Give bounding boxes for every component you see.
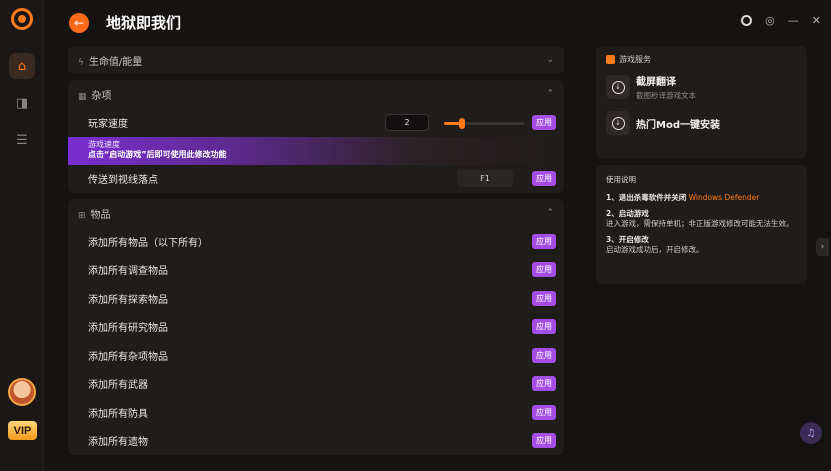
cheat-list: ϟ 生命值/能量 ⌄ ▦ 杂项 ⌃ 玩家速度 2 应用 游戏速度 点击“启动游戏”后… — [68, 46, 564, 471]
headset-icon[interactable]: ♫ — [800, 422, 822, 444]
row-label: 添加所有遗物 — [88, 437, 148, 449]
section-title: 生命值/能量 — [88, 56, 143, 68]
minimize-icon[interactable]: — — [788, 14, 799, 27]
speed-tooltip: 游戏速度 点击“启动游戏”后即可使用此修改功能 — [68, 136, 564, 165]
section-header-items[interactable]: ⊞ 物品 ⌃ — [68, 199, 564, 227]
speed-value-input[interactable]: 2 — [385, 114, 429, 131]
row-label: 添加所有武器 — [88, 380, 148, 392]
service-title: 热门Mod一键安装 — [636, 119, 720, 131]
section-header-misc[interactable]: ▦ 杂项 ⌃ — [68, 80, 564, 108]
page-title: 地狱即我们 — [106, 14, 182, 32]
row-label: 添加所有调查物品 — [88, 266, 168, 278]
record-icon[interactable] — [741, 15, 753, 26]
apply-button[interactable]: 应用 — [532, 347, 556, 363]
step1-text: 1、退出杀毒软件并关闭 — [606, 193, 687, 202]
row-label: 添加所有研究物品 — [88, 323, 168, 335]
apply-button[interactable]: 应用 — [532, 433, 556, 449]
row-label: 添加所有防具 — [88, 408, 148, 420]
download-icon[interactable]: ↓ — [606, 111, 630, 135]
service-mod-install[interactable]: ↓ 热门Mod一键安装 — [606, 111, 797, 135]
games-icon[interactable]: ◨ — [9, 90, 35, 116]
tooltip-title: 游戏速度 — [88, 139, 120, 149]
table-row: 添加所有调查物品 应用 — [68, 256, 564, 285]
apply-button[interactable]: 应用 — [532, 290, 556, 306]
section-title: 物品 — [90, 209, 111, 221]
app-logo-icon[interactable] — [11, 8, 33, 30]
apply-button[interactable]: 应用 — [532, 171, 556, 187]
step1-highlight: Windows Defender — [688, 193, 760, 202]
row-player-speed: 玩家速度 2 应用 — [68, 108, 564, 137]
panel-title: 游戏服务 — [619, 55, 651, 64]
table-row: 添加所有遗物 应用 — [68, 427, 564, 456]
service-screenshot-translate[interactable]: ↓ 截屏翻译 截图秒译游戏文本 — [606, 73, 797, 101]
table-row: 添加所有杂项物品 应用 — [68, 341, 564, 370]
left-rail: ⌂ ◨ ☰ VIP — [0, 0, 44, 471]
service-subtitle: 截图秒译游戏文本 — [636, 91, 696, 100]
panel-title: 使用说明 — [606, 175, 636, 184]
storage-icon[interactable]: ☰ — [9, 127, 35, 153]
service-title: 截屏翻译 — [636, 77, 676, 88]
step3-body: 启动游戏成功后，开启修改。 — [606, 245, 704, 254]
table-row: 添加所有研究物品 应用 — [68, 313, 564, 342]
step2-body: 进入游戏，需保持单机；非正版游戏修改可能无法生效。 — [606, 219, 794, 228]
lightning-icon: ϟ — [78, 57, 84, 68]
vip-badge[interactable]: VIP — [8, 421, 37, 440]
apply-button[interactable]: 应用 — [532, 233, 556, 249]
usage-guide-panel: 使用说明 1、退出杀毒软件并关闭 Windows Defender 2、启动游戏… — [596, 165, 807, 284]
apply-button[interactable]: 应用 — [532, 262, 556, 278]
apply-button[interactable]: 应用 — [532, 114, 556, 130]
slider-handle[interactable] — [458, 118, 465, 129]
row-label: 添加所有杂项物品 — [88, 351, 168, 363]
close-icon[interactable]: ✕ — [812, 14, 821, 27]
row-label: 添加所有探索物品 — [88, 294, 168, 306]
title-bar: ← 地狱即我们 ◎ — ✕ — [44, 0, 831, 46]
settings-icon[interactable]: ◎ — [765, 14, 775, 27]
step3-title: 3、开启修改 — [606, 235, 649, 244]
box-icon: ⊞ — [78, 210, 86, 221]
chevron-up-icon[interactable]: ⌃ — [546, 89, 554, 99]
section-misc: ▦ 杂项 ⌃ 玩家速度 2 应用 游戏速度 点击“启动游戏”后即可使用此修改功能 … — [68, 80, 564, 193]
home-icon[interactable]: ⌂ — [9, 53, 35, 79]
download-icon[interactable]: ↓ — [606, 75, 630, 99]
chevron-right-icon[interactable]: › — [816, 238, 829, 256]
section-title: 杂项 — [91, 90, 112, 102]
gift-icon — [606, 55, 615, 64]
chevron-down-icon[interactable]: ⌄ — [546, 55, 554, 65]
speed-slider[interactable] — [444, 118, 524, 129]
table-row: 添加所有武器 应用 — [68, 370, 564, 399]
section-health: ϟ 生命值/能量 ⌄ — [68, 46, 564, 74]
section-items: ⊞ 物品 ⌃ 添加所有物品（以下所有） 应用 添加所有调查物品 应用 添加所有探索物品 应用… — [68, 199, 564, 455]
window-controls: ◎ — ✕ — [741, 14, 821, 27]
tooltip-text: 点击“启动游戏”后即可使用此修改功能 — [88, 149, 227, 159]
avatar[interactable] — [8, 378, 36, 406]
back-button[interactable]: ← — [69, 13, 89, 33]
apply-button[interactable]: 应用 — [532, 319, 556, 335]
section-header-health[interactable]: ϟ 生命值/能量 ⌄ — [68, 46, 564, 74]
row-label: 添加所有物品（以下所有） — [88, 237, 208, 249]
table-row: 添加所有探索物品 应用 — [68, 284, 564, 313]
table-row: 添加所有防具 应用 — [68, 398, 564, 427]
grid-icon: ▦ — [78, 91, 87, 102]
game-services-panel: 游戏服务 ↓ 截屏翻译 截图秒译游戏文本 ↓ 热门Mod一键安装 — [596, 46, 807, 158]
apply-button[interactable]: 应用 — [532, 404, 556, 420]
row-teleport: 传送到视线落点 F1 应用 — [68, 165, 564, 194]
table-row: 添加所有物品（以下所有） 应用 — [68, 227, 564, 256]
apply-button[interactable]: 应用 — [532, 376, 556, 392]
step2-title: 2、启动游戏 — [606, 209, 649, 218]
chevron-up-icon[interactable]: ⌃ — [546, 208, 554, 218]
hotkey-field[interactable]: F1 — [457, 169, 513, 187]
